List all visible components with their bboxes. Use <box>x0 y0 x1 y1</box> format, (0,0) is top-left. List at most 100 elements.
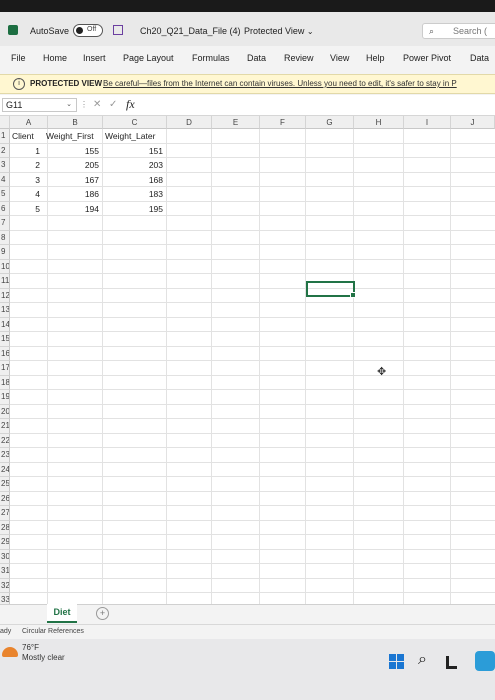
row-header[interactable]: 18 <box>0 375 10 390</box>
cancel-icon[interactable]: ✕ <box>93 99 101 110</box>
search-box[interactable]: ⌕ Search ( <box>422 23 495 39</box>
cell-b6[interactable]: 194 <box>48 202 101 216</box>
cell-a6[interactable]: 5 <box>10 202 42 216</box>
worksheet[interactable]: A B C D E F G H I J 1 2 3 4 5 6 7 8 9 10 11 12 13 14 1… <box>0 116 495 604</box>
row-header[interactable]: 30 <box>0 549 10 564</box>
tab-view[interactable]: View <box>330 53 349 63</box>
cell-b2[interactable]: 155 <box>48 144 101 158</box>
weather-condition[interactable]: Mostly clear <box>22 653 65 662</box>
cell-c2[interactable]: 151 <box>103 144 165 158</box>
row-header[interactable]: 5 <box>0 187 10 202</box>
row-header[interactable]: 13 <box>0 303 10 318</box>
row-header[interactable]: 28 <box>0 520 10 535</box>
taskbar-search-icon[interactable]: ⌕ <box>418 651 427 669</box>
sheet-tab-diet[interactable]: Diet <box>47 604 77 623</box>
row-gridline <box>10 331 495 332</box>
column-header-j[interactable]: J <box>451 116 495 129</box>
cell-a5[interactable]: 4 <box>10 187 42 201</box>
column-header-e[interactable]: E <box>212 116 260 129</box>
cell-a2[interactable]: 1 <box>10 144 42 158</box>
row-header[interactable]: 27 <box>0 506 10 521</box>
column-header-c[interactable]: C <box>103 116 167 129</box>
tab-data[interactable]: Data <box>247 53 266 63</box>
weather-temperature[interactable]: 76°F <box>22 643 39 652</box>
row-gridline <box>10 302 495 303</box>
row-header[interactable]: 6 <box>0 201 10 216</box>
formula-input[interactable] <box>145 98 495 112</box>
tab-help[interactable]: Help <box>366 53 385 63</box>
windows-start-icon[interactable] <box>389 654 404 669</box>
row-header[interactable]: 26 <box>0 491 10 506</box>
row-header[interactable]: 22 <box>0 433 10 448</box>
row-header[interactable]: 10 <box>0 259 10 274</box>
row-header[interactable]: 2 <box>0 143 10 158</box>
row-header[interactable]: 9 <box>0 245 10 260</box>
row-header[interactable]: 20 <box>0 404 10 419</box>
row-header[interactable]: 21 <box>0 419 10 434</box>
row-gridline <box>10 577 495 579</box>
row-header[interactable]: 25 <box>0 477 10 492</box>
row-header[interactable]: 19 <box>0 390 10 405</box>
row-gridline <box>10 548 495 550</box>
select-all-corner[interactable] <box>0 116 10 129</box>
tab-insert[interactable]: Insert <box>83 53 106 63</box>
row-header[interactable]: 33 <box>0 593 10 604</box>
column-header-d[interactable]: D <box>167 116 212 129</box>
row-header[interactable]: 31 <box>0 564 10 579</box>
save-icon[interactable] <box>113 25 123 35</box>
column-header-h[interactable]: H <box>354 116 404 129</box>
view-mode[interactable]: Protected View ⌄ <box>244 26 314 36</box>
cell-c3[interactable]: 203 <box>103 158 165 172</box>
cell-a4[interactable]: 3 <box>10 173 42 187</box>
cell-a3[interactable]: 2 <box>10 158 42 172</box>
cell-c1[interactable]: Weight_Later <box>103 129 167 143</box>
cell-b5[interactable]: 186 <box>48 187 101 201</box>
weather-icon[interactable] <box>2 647 18 657</box>
fill-handle[interactable] <box>350 292 356 298</box>
row-header[interactable]: 8 <box>0 230 10 245</box>
row-gridline <box>10 287 495 289</box>
column-header-g[interactable]: G <box>306 116 354 129</box>
tab-review[interactable]: Review <box>284 53 314 63</box>
name-box[interactable]: G11 ⌄ <box>2 98 77 112</box>
row-header[interactable]: 4 <box>0 172 10 187</box>
cell-c4[interactable]: 168 <box>103 173 165 187</box>
cell-c5[interactable]: 183 <box>103 187 165 201</box>
insert-function-icon[interactable]: fx <box>126 97 135 112</box>
taskbar-edge-icon[interactable] <box>475 651 495 671</box>
row-header[interactable]: 3 <box>0 158 10 173</box>
tab-home[interactable]: Home <box>43 53 67 63</box>
tab-data-2[interactable]: Data <box>470 53 489 63</box>
cell-c6[interactable]: 195 <box>103 202 165 216</box>
selected-cell-g11[interactable] <box>306 281 356 298</box>
column-header-a[interactable]: A <box>10 116 48 129</box>
protected-view-message[interactable]: Be careful—files from the Internet can c… <box>103 79 457 88</box>
row-header[interactable]: 14 <box>0 317 10 332</box>
tab-power-pivot[interactable]: Power Pivot <box>403 53 451 63</box>
row-header[interactable]: 12 <box>0 288 10 303</box>
enter-icon[interactable]: ✓ <box>109 99 117 110</box>
row-header[interactable]: 15 <box>0 332 10 347</box>
circular-references-status[interactable]: Circular References <box>22 628 84 635</box>
row-header[interactable]: 24 <box>0 462 10 477</box>
autosave-toggle[interactable]: Off <box>73 24 103 37</box>
tab-file[interactable]: File <box>11 53 26 63</box>
column-header-f[interactable]: F <box>260 116 306 129</box>
row-header[interactable]: 16 <box>0 346 10 361</box>
row-header[interactable]: 1 <box>0 129 10 144</box>
row-header[interactable]: 32 <box>0 578 10 593</box>
row-header[interactable]: 17 <box>0 361 10 376</box>
row-header[interactable]: 29 <box>0 535 10 550</box>
row-header[interactable]: 11 <box>0 274 10 289</box>
add-sheet-icon[interactable]: + <box>96 607 109 620</box>
column-header-b[interactable]: B <box>48 116 103 129</box>
row-header[interactable]: 7 <box>0 216 10 231</box>
row-header[interactable]: 23 <box>0 448 10 463</box>
taskbar-app-icon[interactable] <box>446 656 457 669</box>
cell-b1[interactable]: Weight_First <box>44 129 106 143</box>
tab-page-layout[interactable]: Page Layout <box>123 53 174 63</box>
column-header-i[interactable]: I <box>404 116 451 129</box>
cell-b3[interactable]: 205 <box>48 158 101 172</box>
cell-b4[interactable]: 167 <box>48 173 101 187</box>
tab-formulas[interactable]: Formulas <box>192 53 230 63</box>
